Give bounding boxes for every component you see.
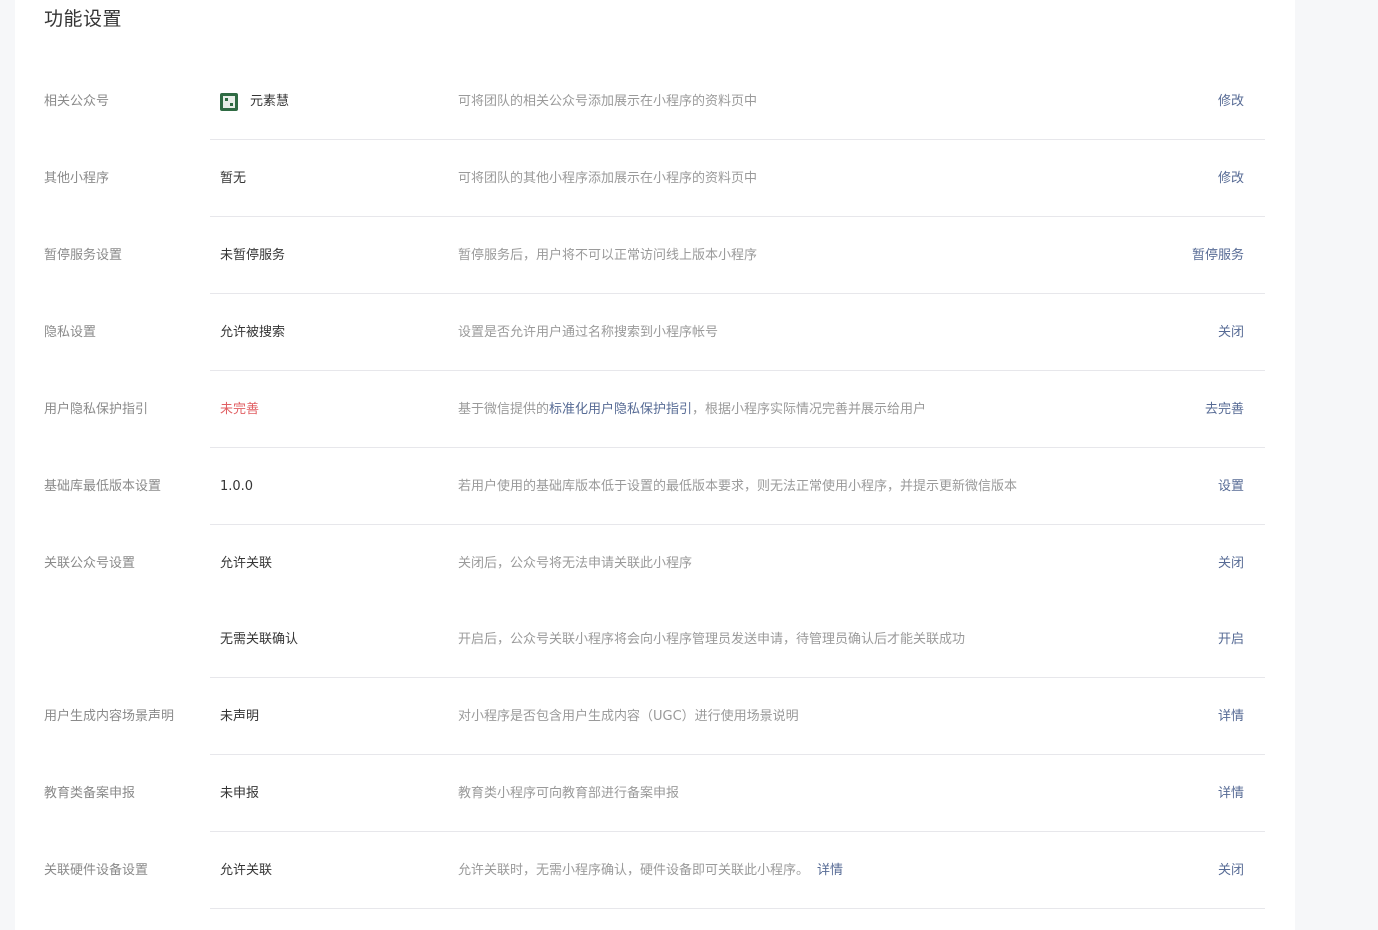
official-account-name: 元素慧 [250,94,290,109]
desc-suffix: ，根据小程序实际情况完善并展示给用户 [692,402,927,417]
row-value: 1.0.0 [220,479,254,494]
status-incomplete: 未完善 [220,402,260,417]
row-value: 未声明 [220,709,260,724]
pause-service-link[interactable]: 暂停服务 [1192,217,1244,294]
row-label: 用户生成内容场景声明 [44,709,175,724]
row-description: 若用户使用的基础库版本低于设置的最低版本要求，则无法正常使用小程序，并提示更新微… [458,479,1018,494]
row-value: 元素慧 [220,63,289,140]
row-value: 允许被搜索 [220,325,286,340]
desc-prefix: 基于微信提供的 [458,402,550,417]
row-related-official-account: 相关公众号 元素慧 可将团队的相关公众号添加展示在小程序的资料页中 修改 [15,63,1295,140]
row-label: 暂停服务设置 [44,248,123,263]
row-value: 暂无 [220,171,247,186]
close-link-official-account-link[interactable]: 关闭 [1218,525,1244,602]
row-label: 隐私设置 [44,325,97,340]
row-label: 教育类备案申报 [44,786,136,801]
page-title: 功能设置 [44,8,123,30]
row-label: 关联公众号设置 [44,556,136,571]
row-label: 关联硬件设备设置 [44,863,149,878]
row-description: 可将团队的相关公众号添加展示在小程序的资料页中 [458,94,758,109]
row-description: 关闭后，公众号将无法申请关联此小程序 [458,556,693,571]
row-education-filing: 教育类备案申报 未申报 教育类小程序可向教育部进行备案申报 详情 [15,755,1295,832]
row-value: 未暂停服务 [220,248,286,263]
row-label: 相关公众号 [44,94,110,109]
row-description: 暂停服务后，用户将不可以正常访问线上版本小程序 [458,248,758,263]
modify-related-account-link[interactable]: 修改 [1218,63,1244,140]
row-description: 对小程序是否包含用户生成内容（UGC）进行使用场景说明 [458,709,799,724]
row-label: 其他小程序 [44,171,110,186]
row-description: 教育类小程序可向教育部进行备案申报 [458,786,680,801]
row-description: 基于微信提供的标准化用户隐私保护指引，根据小程序实际情况完善并展示给用户 [458,371,926,448]
row-link-official-account: 关联公众号设置 允许关联 关闭后，公众号将无法申请关联此小程序 关闭 [15,525,1295,601]
hardware-details-link[interactable]: 详情 [817,863,843,878]
row-description: 允许关联时，无需小程序确认，硬件设备即可关联此小程序。 详情 [458,832,843,909]
complete-privacy-guide-link[interactable]: 去完善 [1205,371,1244,448]
row-label: 基础库最低版本设置 [44,479,162,494]
education-details-link[interactable]: 详情 [1218,755,1244,832]
row-hardware-link: 关联硬件设备设置 允许关联 允许关联时，无需小程序确认，硬件设备即可关联此小程序… [15,832,1295,909]
row-divider [210,908,1265,909]
modify-other-miniprograms-link[interactable]: 修改 [1218,140,1244,217]
row-ugc-declaration: 用户生成内容场景声明 未声明 对小程序是否包含用户生成内容（UGC）进行使用场景… [15,678,1295,755]
row-pause-service: 暂停服务设置 未暂停服务 暂停服务后，用户将不可以正常访问线上版本小程序 暂停服… [15,217,1295,294]
row-min-library-version: 基础库最低版本设置 1.0.0 若用户使用的基础库版本低于设置的最低版本要求，则… [15,448,1295,525]
row-value: 允许关联 [220,863,273,878]
row-label: 用户隐私保护指引 [44,402,149,417]
row-value: 允许关联 [220,556,273,571]
close-hardware-link[interactable]: 关闭 [1218,832,1244,909]
row-description: 可将团队的其他小程序添加展示在小程序的资料页中 [458,171,758,186]
row-description: 设置是否允许用户通过名称搜索到小程序帐号 [458,325,719,340]
enable-link-confirmation-link[interactable]: 开启 [1218,601,1244,678]
row-value: 无需关联确认 [220,632,299,647]
set-min-version-link[interactable]: 设置 [1218,448,1244,525]
row-other-miniprograms: 其他小程序 暂无 可将团队的其他小程序添加展示在小程序的资料页中 修改 [15,140,1295,217]
settings-panel: 功能设置 相关公众号 元素慧 可将团队的相关公众号添加展示在小程序的资料页中 修… [15,0,1295,930]
row-description: 开启后，公众号关联小程序将会向小程序管理员发送申请，待管理员确认后才能关联成功 [458,632,966,647]
row-privacy-guide: 用户隐私保护指引 未完善 基于微信提供的标准化用户隐私保护指引，根据小程序实际情… [15,371,1295,448]
row-value: 未申报 [220,786,260,801]
row-link-confirmation: 无需关联确认 开启后，公众号关联小程序将会向小程序管理员发送申请，待管理员确认后… [15,601,1295,678]
official-account-avatar-icon [220,92,238,111]
close-search-link[interactable]: 关闭 [1218,294,1244,371]
row-privacy-settings: 隐私设置 允许被搜索 设置是否允许用户通过名称搜索到小程序帐号 关闭 [15,294,1295,371]
privacy-guide-standard-link[interactable]: 标准化用户隐私保护指引 [549,402,692,417]
desc-text: 允许关联时，无需小程序确认，硬件设备即可关联此小程序。 [458,863,810,878]
ugc-details-link[interactable]: 详情 [1218,678,1244,755]
